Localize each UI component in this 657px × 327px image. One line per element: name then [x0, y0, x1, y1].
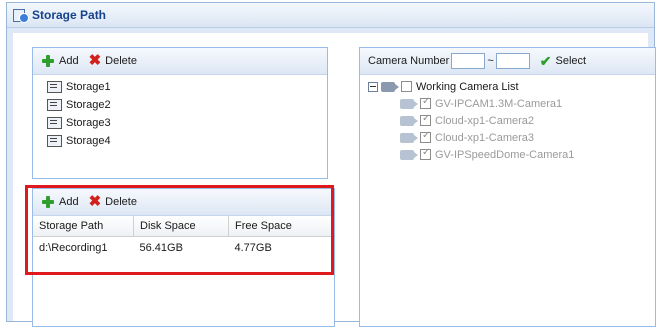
column-header-free-space[interactable]: Free Space — [228, 216, 334, 237]
storage-icon — [47, 117, 62, 129]
camera-group-icon — [381, 81, 399, 92]
add-icon — [41, 54, 55, 68]
delete-storage-label: Delete — [105, 55, 137, 67]
storage-item-label: Storage3 — [66, 117, 111, 129]
camera-number-label: Camera Number — [368, 55, 450, 67]
storage-item-label: Storage1 — [66, 81, 111, 93]
add-storage-label: Add — [59, 55, 79, 67]
delete-icon: ✖ — [88, 52, 102, 69]
add-storage-button[interactable]: Add — [41, 54, 79, 68]
camera-label: GV-IPSpeedDome-Camera1 — [435, 148, 575, 161]
storage-item[interactable]: Storage4 — [33, 132, 327, 150]
camera-checkbox[interactable] — [420, 130, 431, 143]
storage-icon — [47, 135, 62, 147]
storage-path-window: Storage Path Add ✖ Delete Storage1 Stora… — [6, 2, 656, 327]
camera-icon — [400, 115, 418, 126]
table-row[interactable]: d:\Recording1 56.41GB 4.77GB — [33, 237, 334, 260]
root-checkbox[interactable] — [401, 81, 412, 92]
window-content: Add ✖ Delete Storage1 Storage2 Storage3 … — [13, 33, 656, 327]
storage-toolbar: Add ✖ Delete — [33, 48, 327, 75]
collapse-icon[interactable] — [368, 81, 378, 92]
storage-item-label: Storage2 — [66, 99, 111, 111]
camera-item[interactable]: GV-IPCAM1.3M-Camera1 — [368, 95, 655, 112]
camera-number-from-input[interactable] — [451, 53, 486, 69]
camera-number-to-input[interactable] — [495, 53, 530, 69]
window-title: Storage Path — [32, 8, 107, 22]
delete-path-button[interactable]: ✖ Delete — [88, 193, 137, 210]
camera-toolbar: Camera Number ~ ✔ Select — [360, 48, 655, 75]
window-titlebar: Storage Path — [7, 3, 654, 28]
camera-label: GV-IPCAM1.3M-Camera1 — [435, 97, 563, 110]
camera-label: Cloud-xp1-Camera3 — [435, 131, 535, 144]
column-header-storage-path[interactable]: Storage Path — [33, 216, 134, 237]
storage-path-panel: Add ✖ Delete Storage Path Disk Space Fre… — [32, 188, 335, 327]
storage-item-label: Storage4 — [66, 135, 111, 147]
camera-checkbox[interactable] — [420, 96, 431, 109]
storage-window-icon — [13, 8, 29, 23]
storage-item[interactable]: Storage2 — [33, 96, 327, 114]
storage-icon — [47, 99, 62, 111]
storage-list-panel: Add ✖ Delete Storage1 Storage2 Storage3 … — [32, 47, 328, 179]
storage-tree: Storage1 Storage2 Storage3 Storage4 — [33, 75, 327, 150]
checkmark-icon: ✔ — [539, 52, 552, 69]
camera-item[interactable]: Cloud-xp1-Camera3 — [368, 129, 655, 146]
camera-icon — [400, 149, 418, 160]
select-label: Select — [555, 55, 587, 67]
path-toolbar: Add ✖ Delete — [33, 189, 334, 216]
cell-disk-space: 56.41GB — [139, 242, 183, 254]
root-label: Working Camera List — [416, 80, 519, 93]
camera-item[interactable]: GV-IPSpeedDome-Camera1 — [368, 146, 655, 163]
camera-icon — [400, 132, 418, 143]
add-path-label: Add — [59, 196, 79, 208]
select-button[interactable]: ✔ Select — [532, 53, 586, 70]
storage-icon — [47, 81, 62, 93]
storage-path-table: Storage Path Disk Space Free Space d:\Re… — [33, 216, 334, 259]
storage-item[interactable]: Storage3 — [33, 114, 327, 132]
camera-checkbox[interactable] — [420, 113, 431, 126]
camera-panel: Camera Number ~ ✔ Select Working Camera … — [359, 47, 656, 327]
add-icon — [41, 195, 55, 209]
delete-storage-button[interactable]: ✖ Delete — [88, 52, 137, 69]
column-header-disk-space[interactable]: Disk Space — [133, 216, 229, 237]
camera-label: Cloud-xp1-Camera2 — [435, 114, 535, 127]
range-separator: ~ — [487, 55, 494, 67]
camera-icon — [400, 98, 418, 109]
storage-item[interactable]: Storage1 — [33, 78, 327, 96]
camera-tree-root[interactable]: Working Camera List — [368, 78, 655, 95]
camera-item[interactable]: Cloud-xp1-Camera2 — [368, 112, 655, 129]
camera-checkbox[interactable] — [420, 147, 431, 160]
camera-tree: Working Camera List GV-IPCAM1.3M-Camera1… — [360, 75, 655, 163]
delete-icon: ✖ — [88, 193, 102, 210]
add-path-button[interactable]: Add — [41, 195, 79, 209]
delete-path-label: Delete — [105, 196, 137, 208]
cell-free-space: 4.77GB — [234, 242, 272, 254]
cell-storage-path: d:\Recording1 — [39, 242, 108, 254]
